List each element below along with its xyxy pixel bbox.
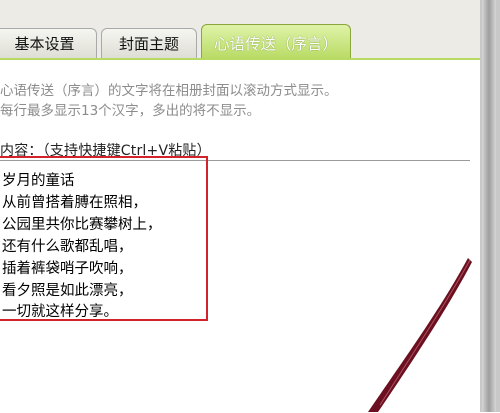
window-edge [480,0,500,412]
dark-red-stroke [368,258,472,412]
window-edge-bevel [482,0,496,412]
red-highlight-box [0,156,208,321]
